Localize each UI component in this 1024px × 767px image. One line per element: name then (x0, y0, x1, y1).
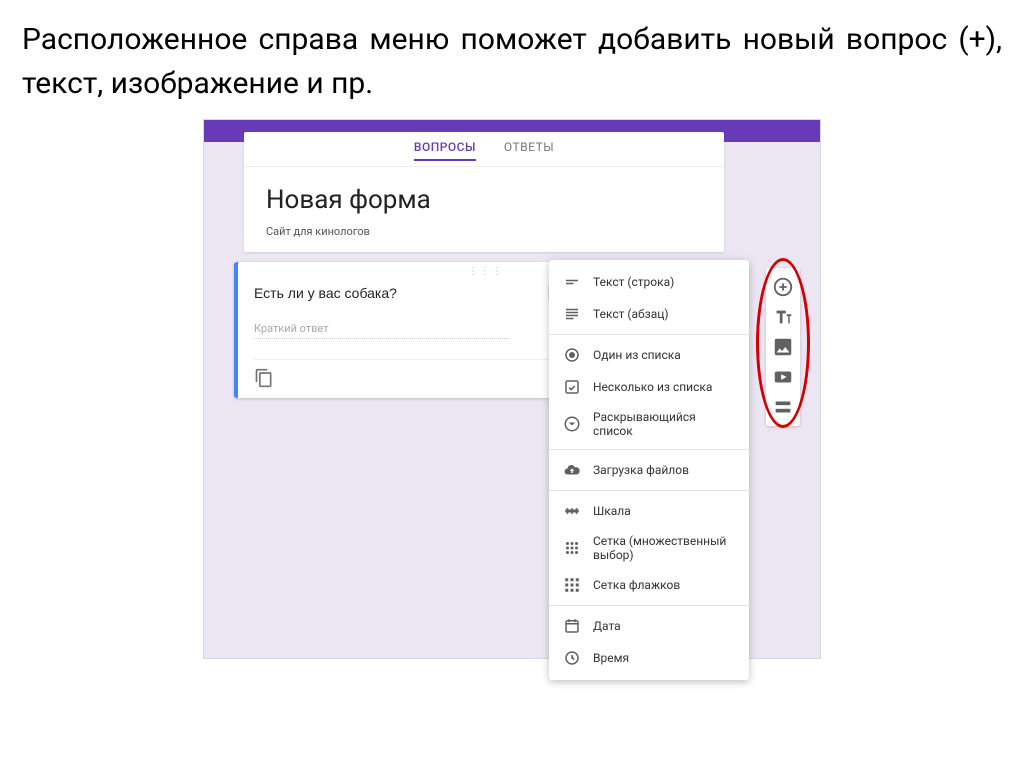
dropdown-label: Время (593, 651, 629, 665)
short-answer-placeholder: Краткий ответ (254, 322, 509, 339)
dropdown-item-grid-check[interactable]: Сетка флажков (549, 569, 749, 601)
add-section-button[interactable] (772, 396, 794, 418)
duplicate-button[interactable] (254, 368, 274, 388)
title-text-icon (772, 306, 794, 328)
copy-icon (254, 368, 274, 388)
slide-caption: Расположенное справа меню поможет добави… (0, 0, 1024, 111)
dropdown-item-scale[interactable]: Шкала (549, 495, 749, 527)
add-video-button[interactable] (772, 366, 794, 388)
dropdown-item-grid-radio[interactable]: Сетка (множественный выбор) (549, 527, 749, 569)
grid-radio-icon (563, 539, 581, 557)
short-text-icon (563, 273, 581, 291)
dropdown-item-radio[interactable]: Один из списка (549, 339, 749, 371)
dropdown-label: Текст (абзац) (593, 307, 669, 321)
dropdown-label: Шкала (593, 504, 631, 518)
dropdown-label: Дата (593, 619, 621, 633)
image-icon (772, 336, 794, 358)
dropdown-divider (549, 490, 749, 491)
dropdown-label: Текст (строка) (593, 275, 674, 289)
dropdown-divider (549, 334, 749, 335)
dropdown-item-time[interactable]: Время (549, 642, 749, 674)
question-type-dropdown: Текст (строка) Текст (абзац) Один из спи… (549, 260, 749, 680)
radio-icon (563, 346, 581, 364)
time-icon (563, 649, 581, 667)
form-header: Новая форма Сайт для кинологов (244, 166, 724, 252)
dropdown-label: Раскрывающийся список (593, 410, 735, 438)
dropdown-item-upload[interactable]: Загрузка файлов (549, 454, 749, 486)
form-card: ВОПРОСЫ ОТВЕТЫ Новая форма Сайт для кино… (244, 132, 724, 252)
form-description[interactable]: Сайт для кинологов (266, 225, 702, 238)
dropdown-item-paragraph[interactable]: Текст (абзац) (549, 298, 749, 330)
dropdown-item-date[interactable]: Дата (549, 610, 749, 642)
dropdown-label: Несколько из списка (593, 380, 712, 394)
dropdown-label: Сетка (множественный выбор) (593, 534, 735, 562)
dropdown-divider (549, 449, 749, 450)
date-icon (563, 617, 581, 635)
dropdown-label: Один из списка (593, 348, 681, 362)
add-image-button[interactable] (772, 336, 794, 358)
section-icon (772, 396, 794, 418)
checkbox-icon (563, 378, 581, 396)
dropdown-label: Сетка флажков (593, 578, 680, 592)
form-tabs: ВОПРОСЫ ОТВЕТЫ (244, 132, 724, 166)
dropdown-label: Загрузка файлов (593, 463, 689, 477)
screenshot-frame: ВОПРОСЫ ОТВЕТЫ Новая форма Сайт для кино… (203, 119, 821, 659)
form-title[interactable]: Новая форма (266, 185, 702, 215)
dropdown-divider (549, 605, 749, 606)
long-text-icon (563, 305, 581, 323)
grid-check-icon (563, 576, 581, 594)
scale-icon (563, 502, 581, 520)
plus-circle-icon (772, 276, 794, 298)
side-toolbar (766, 268, 800, 426)
add-title-button[interactable] (772, 306, 794, 328)
dropdown-item-short-text[interactable]: Текст (строка) (549, 266, 749, 298)
tab-questions[interactable]: ВОПРОСЫ (414, 140, 476, 160)
upload-icon (563, 461, 581, 479)
drag-handle-icon[interactable]: ⋮⋮⋮ (468, 266, 504, 277)
video-icon (772, 366, 794, 388)
question-title-input[interactable] (254, 281, 536, 306)
tab-answers[interactable]: ОТВЕТЫ (504, 140, 554, 160)
dropdown-icon (563, 415, 581, 433)
dropdown-item-select[interactable]: Раскрывающийся список (549, 403, 749, 445)
dropdown-item-checkbox[interactable]: Несколько из списка (549, 371, 749, 403)
add-question-button[interactable] (772, 276, 794, 298)
